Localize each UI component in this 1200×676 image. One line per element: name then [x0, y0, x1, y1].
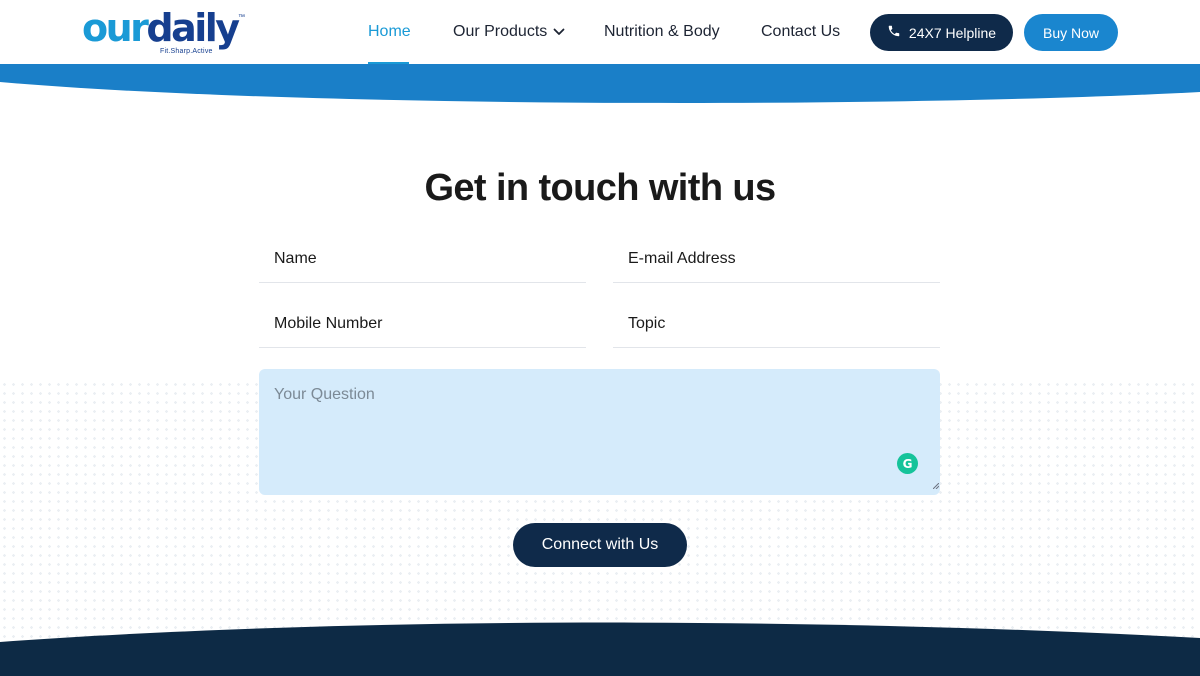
- name-field-wrapper: [259, 237, 586, 283]
- connect-with-us-button[interactable]: Connect with Us: [513, 523, 687, 567]
- buy-now-button[interactable]: Buy Now: [1024, 14, 1118, 51]
- nav-item-nutrition-body[interactable]: Nutrition & Body: [604, 22, 720, 42]
- chevron-down-icon: [553, 22, 565, 42]
- topic-input[interactable]: [613, 302, 940, 346]
- topic-field-wrapper: [613, 302, 940, 348]
- question-field-wrapper: G: [259, 369, 940, 495]
- nav-item-our-products-label: Our Products: [453, 23, 548, 41]
- nav-item-contact-us[interactable]: Contact Us: [761, 22, 840, 42]
- mobile-field-wrapper: [259, 302, 586, 348]
- helpline-button[interactable]: 24X7 Helpline: [870, 14, 1013, 51]
- ourdaily-logo[interactable]: ourdaily ™ Fit.Sharp.Active: [82, 6, 252, 60]
- nav-item-our-products[interactable]: Our Products: [453, 22, 565, 42]
- email-field-wrapper: [613, 237, 940, 283]
- page-title: Get in touch with us: [424, 167, 776, 209]
- resize-handle-icon[interactable]: [932, 476, 940, 494]
- footer-wave: [0, 622, 1200, 676]
- logo-word-daily: daily: [146, 6, 240, 50]
- helpline-label: 24X7 Helpline: [908, 24, 997, 41]
- header-wave: [0, 64, 1200, 103]
- logo-wordmark: ourdaily: [82, 6, 240, 50]
- grammarly-icon[interactable]: G: [897, 453, 918, 474]
- mobile-number-input[interactable]: [259, 302, 586, 346]
- site-header: ourdaily ™ Fit.Sharp.Active Home Our Pro…: [0, 0, 1200, 66]
- email-input[interactable]: [613, 237, 940, 281]
- name-input[interactable]: [259, 237, 586, 281]
- nav-item-home[interactable]: Home: [368, 22, 411, 42]
- phone-icon: [887, 24, 901, 41]
- logo-trademark: ™: [238, 14, 245, 21]
- logo-tagline: Fit.Sharp.Active: [160, 48, 213, 55]
- question-textarea[interactable]: [259, 369, 940, 495]
- logo-word-our: our: [82, 6, 149, 50]
